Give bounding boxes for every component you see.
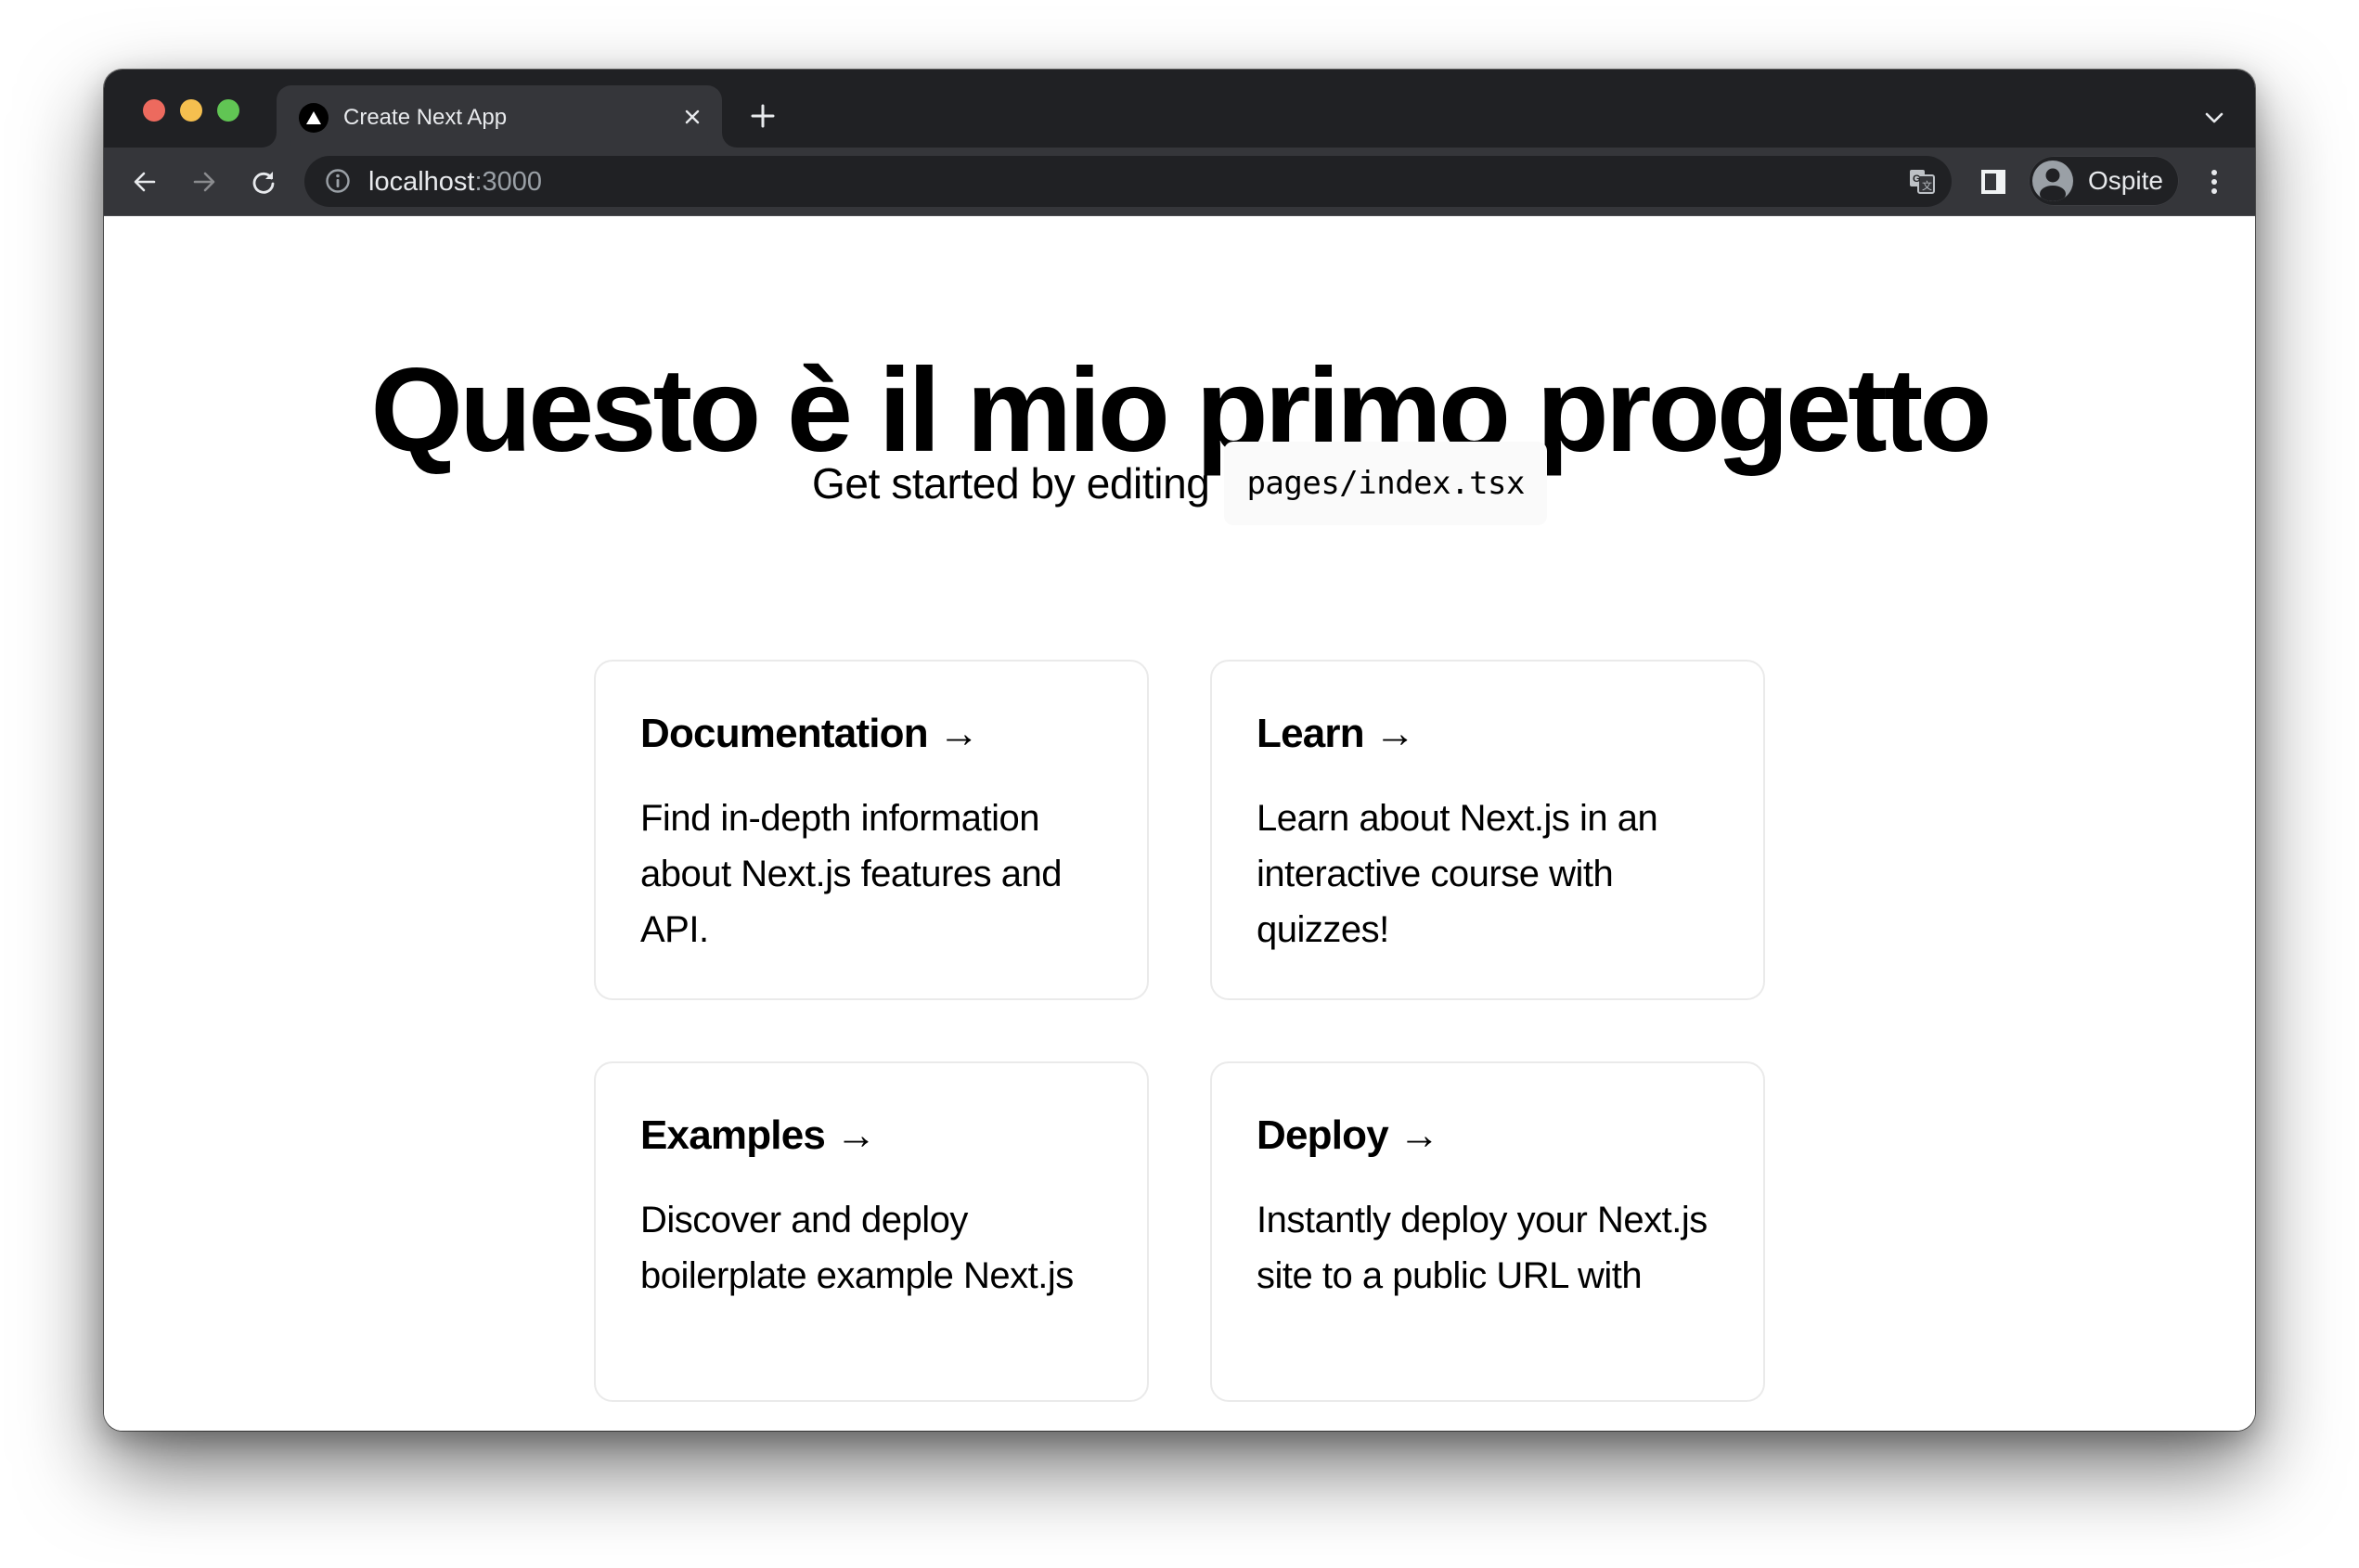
avatar-icon [2032,161,2073,201]
tab-title: Create Next App [343,105,508,130]
profile-button[interactable]: Ospite [2029,156,2179,206]
svg-text:G: G [1913,174,1921,185]
minimize-window-button[interactable] [180,99,202,122]
back-arrow-icon[interactable] [132,169,158,195]
side-panel-icon[interactable] [1980,169,2006,195]
info-icon[interactable] [325,168,351,194]
nextjs-favicon-icon [299,103,329,133]
new-tab-plus-icon[interactable] [750,103,776,129]
card-title: Deploy → [1257,1112,1439,1158]
card-description: Discover and deploy boilerplate example … [640,1200,1074,1296]
profile-name: Ospite [2088,166,2163,195]
chevron-down-icon[interactable] [2203,107,2225,129]
browser-toolbar: localhost:3000 G 文 Ospite [104,148,2255,217]
code-file-path: pages/index.tsx [1224,442,1547,525]
translate-icon[interactable]: G 文 [1908,167,1936,195]
page-content: Questo è il mio primo progetto Get start… [104,216,2255,1431]
card-documentation[interactable]: Documentation → Find in-depth informatio… [594,660,1149,1000]
card-title: Examples → [640,1112,876,1158]
card-learn[interactable]: Learn → Learn about Next.js in an intera… [1210,660,1765,1000]
card-title: Learn → [1257,711,1415,756]
url-port: :3000 [474,167,543,197]
close-icon[interactable] [681,106,703,128]
browser-window: Create Next App localhost:3000 G 文 Ospit… [104,70,2255,1431]
card-description: Find in-depth information about Next.js … [640,798,1062,950]
reload-icon[interactable] [251,169,277,195]
get-started-text: Get started by editing [812,459,1210,508]
close-window-button[interactable] [143,99,165,122]
card-description: Instantly deploy your Next.js site to a … [1257,1200,1708,1296]
get-started-line: Get started by editing pages/index.tsx [104,442,2255,525]
card-examples[interactable]: Examples → Discover and deploy boilerpla… [594,1061,1149,1402]
address-bar[interactable]: localhost:3000 G 文 [304,156,1952,207]
card-deploy[interactable]: Deploy → Instantly deploy your Next.js s… [1210,1061,1765,1402]
forward-arrow-icon[interactable] [191,169,217,195]
url-host: localhost [368,167,475,197]
tab-strip: Create Next App [104,70,2255,148]
url-text[interactable]: localhost:3000 [368,167,542,197]
svg-text:文: 文 [1922,179,1932,192]
tab-create-next-app[interactable]: Create Next App [277,85,722,148]
zoom-window-button[interactable] [217,99,239,122]
card-title: Documentation → [640,711,979,756]
card-description: Learn about Next.js in an interactive co… [1257,798,1658,950]
more-vert-icon[interactable] [2203,168,2225,196]
